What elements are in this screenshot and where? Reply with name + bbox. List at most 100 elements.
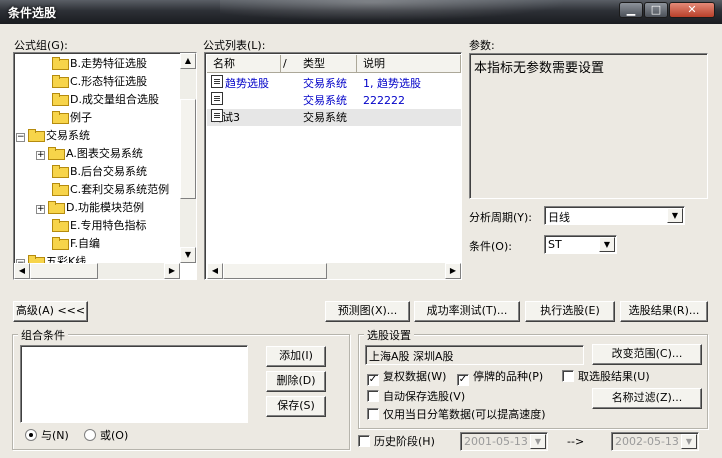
tree-item[interactable]: C.套利交易系统范例 (36, 181, 169, 199)
checkbox-unchecked-icon[interactable] (358, 435, 370, 447)
formula-list-view[interactable]: 名称 / 类型 说明 1, 趋势选股交易系统1, 趋势选股2交易系统222222… (204, 52, 462, 280)
minimize-button[interactable]: ▁ (619, 2, 643, 18)
checkbox-checked-icon[interactable]: ✓ (367, 374, 379, 386)
folder-icon (52, 219, 69, 232)
preview-button[interactable]: 预测图(X)... (325, 301, 410, 322)
result-button[interactable]: 选股结果(R)... (620, 301, 708, 322)
formula-group-label: 公式组(G): (14, 39, 68, 52)
chevron-down-icon[interactable]: ▼ (530, 434, 546, 449)
radio-unselected-icon[interactable] (84, 429, 96, 441)
radio-selected-icon[interactable] (25, 429, 37, 441)
column-name-header[interactable]: 名称 (207, 55, 281, 73)
scroll-down-icon[interactable]: ▼ (180, 247, 196, 263)
execute-button[interactable]: 执行选股(E) (525, 301, 615, 322)
list-horizontal-scrollbar[interactable]: ◀ ▶ (207, 263, 461, 279)
tree-vertical-scrollbar[interactable]: ▲ ▼ (180, 53, 196, 263)
formula-list-header: 名称 / 类型 说明 (207, 55, 461, 73)
tree-horizontal-scrollbar[interactable]: ◀ ▶ (14, 263, 180, 279)
maximize-button[interactable]: □ (644, 2, 668, 18)
tree-scroll-thumb[interactable] (180, 99, 196, 199)
tree-item-label: D.功能模块范例 (66, 201, 144, 214)
list-item[interactable]: 1, 趋势选股 交易系统 1, 趋势选股 (207, 75, 461, 92)
advanced-button[interactable]: 高级(A) <<< (13, 301, 88, 322)
scroll-left-icon[interactable]: ◀ (14, 263, 30, 279)
checkbox-unchecked-icon[interactable] (367, 390, 379, 402)
range-text: 上海A股 深圳A股 (369, 350, 454, 363)
tree-hscroll-thumb[interactable] (30, 263, 98, 279)
collapse-icon[interactable]: − (16, 133, 25, 142)
success-test-button[interactable]: 成功率测试(T)... (414, 301, 520, 322)
tree-item[interactable]: 例子 (36, 109, 92, 127)
tree-item[interactable]: + D.功能模块范例 (36, 199, 144, 217)
tree-item[interactable]: D.成交量组合选股 (36, 91, 159, 109)
and-radio[interactable]: 与(N) (25, 429, 69, 443)
scroll-left-icon[interactable]: ◀ (207, 263, 223, 279)
formula-desc: 222222 (363, 94, 405, 107)
formula-desc: 1, 趋势选股 (363, 77, 421, 90)
intraday-only-checkbox[interactable]: 仅用当日分笔数据(可以提高速度) (367, 408, 546, 422)
params-label: 参数: (469, 39, 495, 52)
condition-select[interactable]: ST ▼ (544, 235, 617, 254)
or-radio-label: 或(O) (100, 429, 129, 442)
expand-icon[interactable]: + (36, 205, 45, 214)
intraday-only-label: 仅用当日分笔数据(可以提高速度) (383, 408, 546, 421)
formula-doc-icon (211, 109, 223, 122)
close-button[interactable]: ✕ (669, 2, 715, 18)
expand-icon[interactable]: + (36, 151, 45, 160)
chevron-down-icon[interactable]: ▼ (681, 434, 697, 449)
period-select[interactable]: 日线 ▼ (544, 206, 685, 225)
tree-item[interactable]: − 交易系统 (16, 127, 90, 145)
period-value: 日线 (548, 211, 570, 224)
tree-item-label: 例子 (70, 111, 92, 124)
column-type-header[interactable]: 类型 (297, 55, 357, 73)
save-button[interactable]: 保存(S) (266, 396, 326, 417)
formula-type: 交易系统 (303, 77, 347, 90)
checkbox-unchecked-icon[interactable] (562, 370, 574, 382)
take-result-checkbox[interactable]: 取选股结果(U) (562, 370, 650, 384)
scroll-up-icon[interactable]: ▲ (180, 53, 196, 69)
folder-icon (28, 129, 45, 142)
chevron-down-icon[interactable]: ▼ (599, 237, 615, 252)
selection-settings-title: 选股设置 (364, 327, 414, 343)
history-end-select[interactable]: 2002-05-13 ▼ (611, 432, 699, 451)
tree-item[interactable]: + A.图表交易系统 (36, 145, 143, 163)
scroll-right-icon[interactable]: ▶ (445, 263, 461, 279)
window-title: 条件选股 (8, 6, 57, 20)
formula-type: 交易系统 (303, 111, 347, 124)
history-start-select[interactable]: 2001-05-13 ▼ (460, 432, 548, 451)
period-label: 分析周期(Y): (469, 211, 533, 224)
suspended-checkbox[interactable]: ✓ 停牌的品种(P) (457, 370, 543, 386)
delete-button[interactable]: 删除(D) (266, 371, 326, 392)
condition-stock-selection-window: 条件选股 ▁ □ ✕ 公式组(G): B.走势特征选股 C.形态特征选股 D.成交量… (0, 0, 722, 458)
checkbox-unchecked-icon[interactable] (367, 408, 379, 420)
auto-save-checkbox[interactable]: 自动保存选股(V) (367, 390, 465, 404)
tree-item[interactable]: B.走势特征选股 (36, 55, 147, 73)
formula-list-label: 公式列表(L): (203, 39, 266, 52)
history-checkbox[interactable]: 历史阶段(H) (358, 435, 435, 449)
chevron-down-icon[interactable]: ▼ (667, 208, 683, 223)
checkbox-checked-icon[interactable]: ✓ (457, 374, 469, 386)
title-bar[interactable]: 条件选股 ▁ □ ✕ (0, 0, 722, 24)
list-item[interactable]: 2交易系统222222 (207, 92, 461, 109)
list-item[interactable]: 测试3 交易系统 (207, 109, 461, 126)
or-radio[interactable]: 或(O) (84, 429, 128, 443)
column-desc-header[interactable]: 说明 (357, 55, 461, 73)
list-hscroll-thumb[interactable] (223, 263, 327, 279)
tree-item-label: E.专用特色指标 (70, 219, 147, 232)
tree-item[interactable]: C.形态特征选股 (36, 73, 147, 91)
change-range-button[interactable]: 改变范围(C)... (592, 344, 702, 365)
tree-item[interactable]: E.专用特色指标 (36, 217, 146, 235)
scroll-right-icon[interactable]: ▶ (164, 263, 180, 279)
folder-icon (48, 147, 65, 160)
tree-item[interactable]: F.自编 (36, 235, 100, 253)
add-button[interactable]: 添加(I) (266, 346, 326, 367)
formula-group-tree[interactable]: B.走势特征选股 C.形态特征选股 D.成交量组合选股例子 − 交易系统 + A.图表交易系… (13, 52, 197, 280)
name-filter-button[interactable]: 名称过滤(Z)... (592, 388, 702, 409)
tree-item-label: 交易系统 (46, 129, 90, 142)
tree-item[interactable]: B.后台交易系统 (36, 163, 147, 181)
tree-item-label: C.形态特征选股 (70, 75, 148, 88)
combo-conditions-list[interactable] (20, 345, 248, 423)
adjusted-data-checkbox[interactable]: ✓ 复权数据(W) (367, 370, 446, 386)
folder-icon (52, 165, 69, 178)
folder-icon (52, 237, 69, 250)
